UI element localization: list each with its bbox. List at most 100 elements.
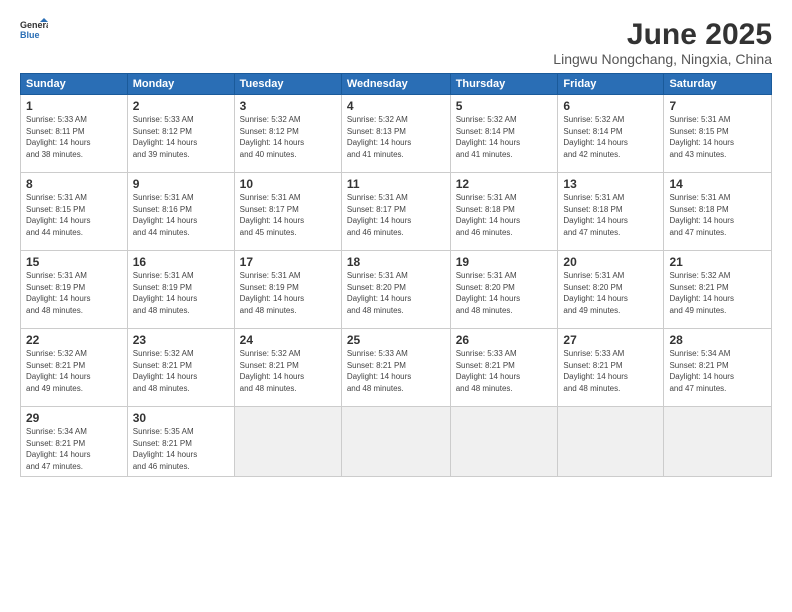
day-number: 25 xyxy=(347,333,445,347)
day-number: 14 xyxy=(669,177,766,191)
day-number: 17 xyxy=(240,255,336,269)
day-info: Sunrise: 5:31 AM Sunset: 8:18 PM Dayligh… xyxy=(563,192,658,238)
day-number: 11 xyxy=(347,177,445,191)
table-row: 29Sunrise: 5:34 AM Sunset: 8:21 PM Dayli… xyxy=(21,407,128,477)
day-info: Sunrise: 5:32 AM Sunset: 8:14 PM Dayligh… xyxy=(456,114,553,160)
day-info: Sunrise: 5:33 AM Sunset: 8:11 PM Dayligh… xyxy=(26,114,122,160)
table-row: 1Sunrise: 5:33 AM Sunset: 8:11 PM Daylig… xyxy=(21,95,128,173)
table-row: 20Sunrise: 5:31 AM Sunset: 8:20 PM Dayli… xyxy=(558,251,664,329)
table-row: 30Sunrise: 5:35 AM Sunset: 8:21 PM Dayli… xyxy=(127,407,234,477)
col-sunday: Sunday xyxy=(21,74,128,95)
table-row: 10Sunrise: 5:31 AM Sunset: 8:17 PM Dayli… xyxy=(234,173,341,251)
day-number: 24 xyxy=(240,333,336,347)
day-info: Sunrise: 5:31 AM Sunset: 8:20 PM Dayligh… xyxy=(347,270,445,316)
table-row: 21Sunrise: 5:32 AM Sunset: 8:21 PM Dayli… xyxy=(664,251,772,329)
day-number: 4 xyxy=(347,99,445,113)
day-info: Sunrise: 5:31 AM Sunset: 8:19 PM Dayligh… xyxy=(26,270,122,316)
day-number: 3 xyxy=(240,99,336,113)
day-info: Sunrise: 5:33 AM Sunset: 8:21 PM Dayligh… xyxy=(563,348,658,394)
day-info: Sunrise: 5:33 AM Sunset: 8:12 PM Dayligh… xyxy=(133,114,229,160)
day-info: Sunrise: 5:31 AM Sunset: 8:15 PM Dayligh… xyxy=(669,114,766,160)
table-row: 16Sunrise: 5:31 AM Sunset: 8:19 PM Dayli… xyxy=(127,251,234,329)
day-info: Sunrise: 5:34 AM Sunset: 8:21 PM Dayligh… xyxy=(26,426,122,472)
table-row: 2Sunrise: 5:33 AM Sunset: 8:12 PM Daylig… xyxy=(127,95,234,173)
day-info: Sunrise: 5:31 AM Sunset: 8:20 PM Dayligh… xyxy=(456,270,553,316)
table-row: 13Sunrise: 5:31 AM Sunset: 8:18 PM Dayli… xyxy=(558,173,664,251)
day-info: Sunrise: 5:31 AM Sunset: 8:15 PM Dayligh… xyxy=(26,192,122,238)
header-row: Sunday Monday Tuesday Wednesday Thursday… xyxy=(21,74,772,95)
calendar-title: June 2025 xyxy=(553,18,772,51)
day-info: Sunrise: 5:32 AM Sunset: 8:21 PM Dayligh… xyxy=(26,348,122,394)
day-info: Sunrise: 5:32 AM Sunset: 8:21 PM Dayligh… xyxy=(240,348,336,394)
calendar-table: Sunday Monday Tuesday Wednesday Thursday… xyxy=(20,73,772,477)
day-number: 30 xyxy=(133,411,229,425)
day-info: Sunrise: 5:32 AM Sunset: 8:21 PM Dayligh… xyxy=(133,348,229,394)
day-info: Sunrise: 5:31 AM Sunset: 8:20 PM Dayligh… xyxy=(563,270,658,316)
day-number: 6 xyxy=(563,99,658,113)
day-number: 20 xyxy=(563,255,658,269)
day-info: Sunrise: 5:31 AM Sunset: 8:16 PM Dayligh… xyxy=(133,192,229,238)
day-number: 16 xyxy=(133,255,229,269)
day-info: Sunrise: 5:31 AM Sunset: 8:17 PM Dayligh… xyxy=(347,192,445,238)
day-info: Sunrise: 5:32 AM Sunset: 8:12 PM Dayligh… xyxy=(240,114,336,160)
day-info: Sunrise: 5:31 AM Sunset: 8:19 PM Dayligh… xyxy=(240,270,336,316)
table-row: 14Sunrise: 5:31 AM Sunset: 8:18 PM Dayli… xyxy=(664,173,772,251)
table-row: 4Sunrise: 5:32 AM Sunset: 8:13 PM Daylig… xyxy=(341,95,450,173)
table-row xyxy=(558,407,664,477)
day-info: Sunrise: 5:32 AM Sunset: 8:13 PM Dayligh… xyxy=(347,114,445,160)
day-number: 2 xyxy=(133,99,229,113)
table-row: 12Sunrise: 5:31 AM Sunset: 8:18 PM Dayli… xyxy=(450,173,558,251)
table-row: 24Sunrise: 5:32 AM Sunset: 8:21 PM Dayli… xyxy=(234,329,341,407)
logo: General Blue xyxy=(20,18,48,40)
day-info: Sunrise: 5:31 AM Sunset: 8:19 PM Dayligh… xyxy=(133,270,229,316)
table-row: 18Sunrise: 5:31 AM Sunset: 8:20 PM Dayli… xyxy=(341,251,450,329)
day-number: 8 xyxy=(26,177,122,191)
table-row: 5Sunrise: 5:32 AM Sunset: 8:14 PM Daylig… xyxy=(450,95,558,173)
col-wednesday: Wednesday xyxy=(341,74,450,95)
day-number: 10 xyxy=(240,177,336,191)
table-row: 19Sunrise: 5:31 AM Sunset: 8:20 PM Dayli… xyxy=(450,251,558,329)
day-number: 23 xyxy=(133,333,229,347)
table-row: 17Sunrise: 5:31 AM Sunset: 8:19 PM Dayli… xyxy=(234,251,341,329)
table-row: 8Sunrise: 5:31 AM Sunset: 8:15 PM Daylig… xyxy=(21,173,128,251)
day-info: Sunrise: 5:32 AM Sunset: 8:21 PM Dayligh… xyxy=(669,270,766,316)
table-row xyxy=(664,407,772,477)
day-info: Sunrise: 5:33 AM Sunset: 8:21 PM Dayligh… xyxy=(347,348,445,394)
day-number: 28 xyxy=(669,333,766,347)
calendar-subtitle: Lingwu Nongchang, Ningxia, China xyxy=(553,51,772,67)
svg-text:Blue: Blue xyxy=(20,30,40,40)
day-info: Sunrise: 5:34 AM Sunset: 8:21 PM Dayligh… xyxy=(669,348,766,394)
table-row: 27Sunrise: 5:33 AM Sunset: 8:21 PM Dayli… xyxy=(558,329,664,407)
logo-icon: General Blue xyxy=(20,18,48,40)
day-info: Sunrise: 5:31 AM Sunset: 8:18 PM Dayligh… xyxy=(456,192,553,238)
day-number: 22 xyxy=(26,333,122,347)
col-monday: Monday xyxy=(127,74,234,95)
day-info: Sunrise: 5:33 AM Sunset: 8:21 PM Dayligh… xyxy=(456,348,553,394)
day-info: Sunrise: 5:31 AM Sunset: 8:18 PM Dayligh… xyxy=(669,192,766,238)
table-row: 9Sunrise: 5:31 AM Sunset: 8:16 PM Daylig… xyxy=(127,173,234,251)
day-number: 26 xyxy=(456,333,553,347)
day-number: 5 xyxy=(456,99,553,113)
table-row xyxy=(341,407,450,477)
table-row: 26Sunrise: 5:33 AM Sunset: 8:21 PM Dayli… xyxy=(450,329,558,407)
col-thursday: Thursday xyxy=(450,74,558,95)
day-info: Sunrise: 5:35 AM Sunset: 8:21 PM Dayligh… xyxy=(133,426,229,472)
day-number: 12 xyxy=(456,177,553,191)
table-row: 11Sunrise: 5:31 AM Sunset: 8:17 PM Dayli… xyxy=(341,173,450,251)
col-tuesday: Tuesday xyxy=(234,74,341,95)
col-saturday: Saturday xyxy=(664,74,772,95)
day-number: 21 xyxy=(669,255,766,269)
title-block: June 2025 Lingwu Nongchang, Ningxia, Chi… xyxy=(553,18,772,67)
day-info: Sunrise: 5:32 AM Sunset: 8:14 PM Dayligh… xyxy=(563,114,658,160)
day-number: 19 xyxy=(456,255,553,269)
table-row xyxy=(234,407,341,477)
day-number: 29 xyxy=(26,411,122,425)
day-number: 18 xyxy=(347,255,445,269)
day-number: 9 xyxy=(133,177,229,191)
day-number: 7 xyxy=(669,99,766,113)
table-row: 15Sunrise: 5:31 AM Sunset: 8:19 PM Dayli… xyxy=(21,251,128,329)
table-row: 22Sunrise: 5:32 AM Sunset: 8:21 PM Dayli… xyxy=(21,329,128,407)
table-row: 6Sunrise: 5:32 AM Sunset: 8:14 PM Daylig… xyxy=(558,95,664,173)
table-row: 25Sunrise: 5:33 AM Sunset: 8:21 PM Dayli… xyxy=(341,329,450,407)
col-friday: Friday xyxy=(558,74,664,95)
